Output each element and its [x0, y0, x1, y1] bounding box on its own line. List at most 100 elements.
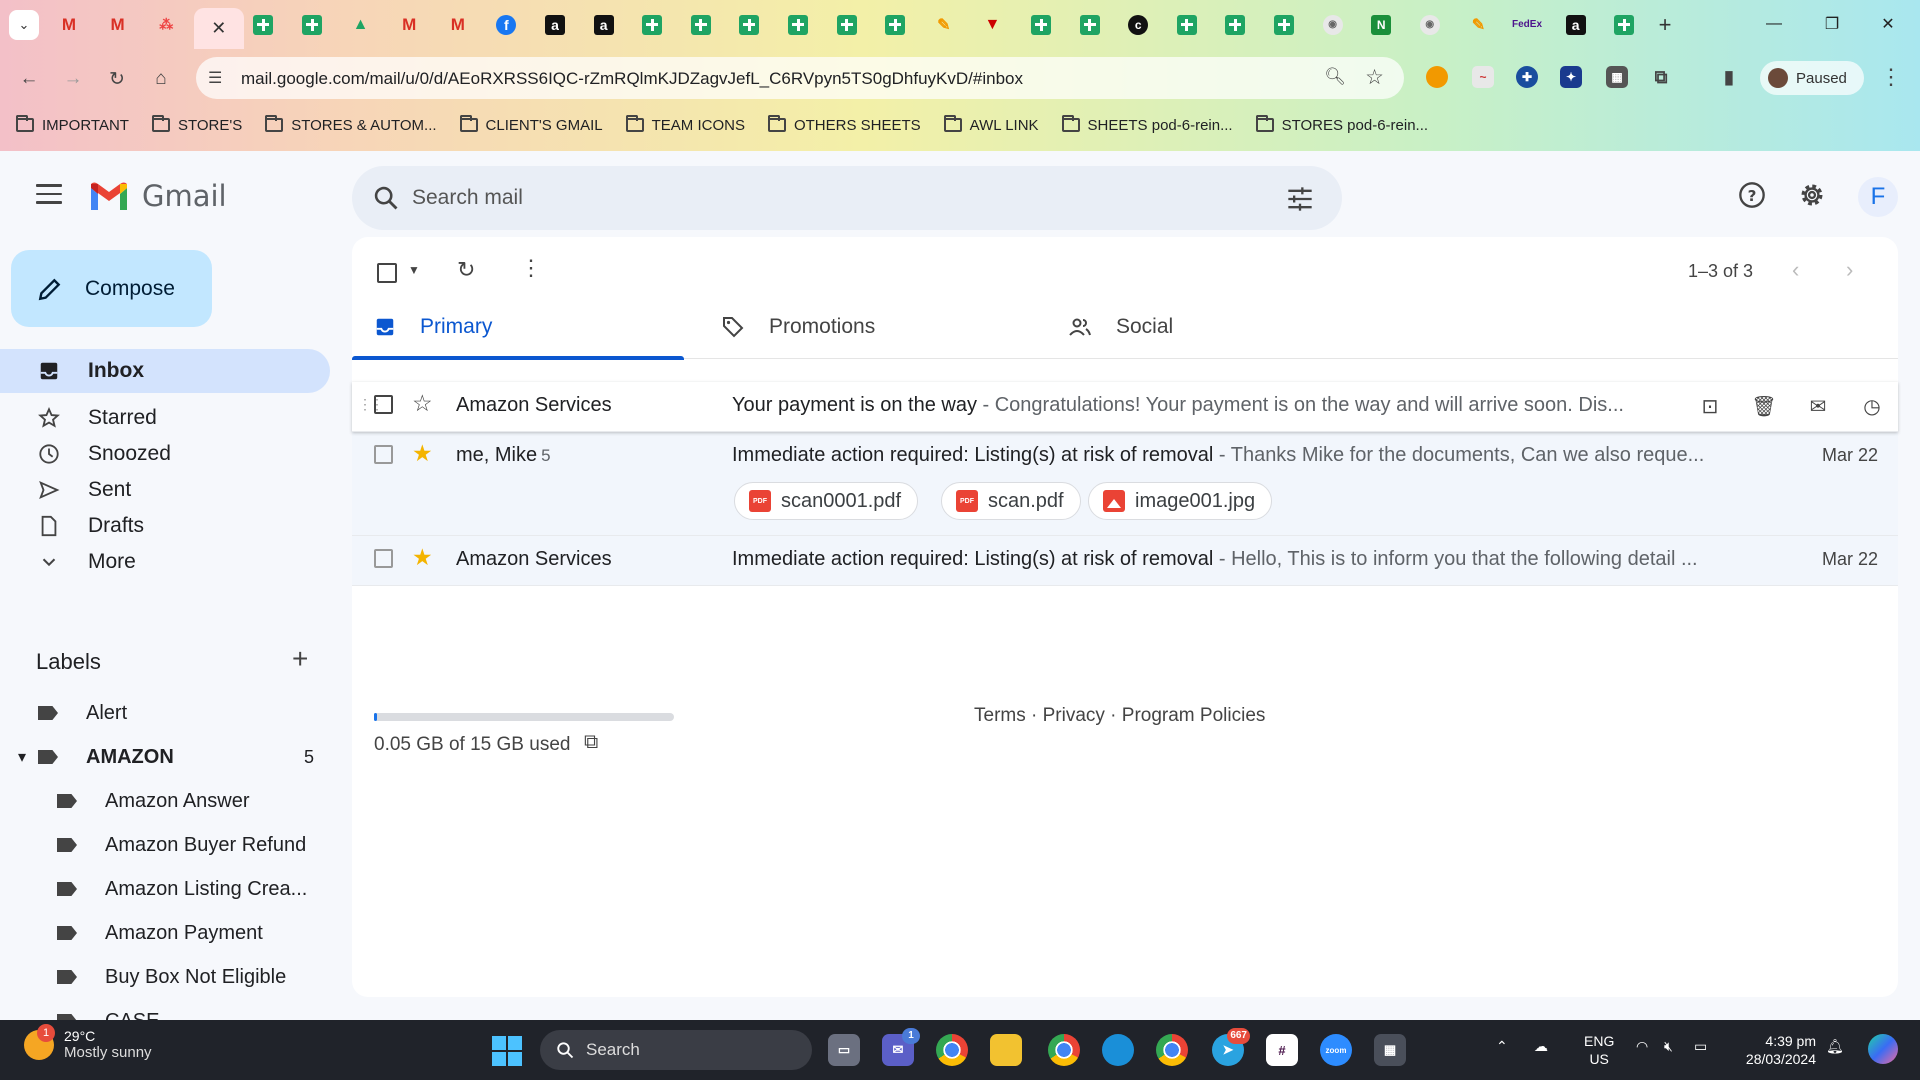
- account-avatar[interactable]: F: [1858, 177, 1898, 217]
- search-options-icon[interactable]: [1286, 186, 1314, 212]
- browser-tab-13[interactable]: [682, 8, 720, 41]
- onedrive-icon[interactable]: ☁: [1534, 1038, 1548, 1055]
- newer-page-icon[interactable]: ‹: [1792, 257, 1799, 283]
- forward-button[interactable]: →: [58, 64, 88, 94]
- bookmark-folder[interactable]: STORES & AUTOM...: [265, 115, 437, 134]
- tray-chevron-icon[interactable]: ⌃: [1496, 1038, 1508, 1055]
- browser-tab-21[interactable]: [1071, 8, 1109, 41]
- search-input[interactable]: [412, 178, 1212, 218]
- browser-tab-4[interactable]: [244, 8, 282, 41]
- email-row[interactable]: ★ Amazon Services Immediate action require…: [352, 536, 1898, 586]
- browser-tab-17[interactable]: [876, 8, 914, 41]
- browser-tab-22[interactable]: c: [1119, 8, 1157, 41]
- label-item[interactable]: CASE: [0, 1001, 330, 1020]
- close-window-button[interactable]: ✕: [1866, 8, 1910, 40]
- browser-tab-29[interactable]: ✎: [1459, 8, 1497, 41]
- gmail-logo[interactable]: Gmail: [88, 179, 227, 213]
- tab-search-button[interactable]: ⌄: [9, 10, 39, 40]
- email-row[interactable]: ⋮⋮ ☆ Amazon Services Your payment is on the…: [352, 382, 1898, 432]
- weather-widget[interactable]: 1 29°C Mostly sunny: [24, 1023, 152, 1061]
- tab-close-icon[interactable]: ✕: [211, 18, 226, 39]
- restore-button[interactable]: ❐: [1810, 8, 1854, 40]
- attachment-chip[interactable]: PDF scan.pdf: [941, 482, 1081, 520]
- help-icon[interactable]: ?: [1738, 181, 1766, 209]
- starred-icon[interactable]: ★: [412, 440, 433, 467]
- extension-icon-2[interactable]: ~: [1472, 66, 1494, 88]
- browser-tab-18[interactable]: ✎: [925, 8, 963, 41]
- label-item[interactable]: Buy Box Not Eligible: [0, 957, 330, 997]
- extension-icon-3[interactable]: ✚: [1516, 66, 1538, 88]
- search-icon[interactable]: [372, 184, 400, 212]
- label-item[interactable]: Alert: [0, 693, 330, 733]
- select-all-checkbox[interactable]: [377, 263, 397, 283]
- label-item[interactable]: ▾ AMAZON 5: [0, 737, 330, 777]
- volume-muted-icon[interactable]: 🔇︎: [1664, 1038, 1673, 1055]
- zoom-app-icon[interactable]: zoom: [1320, 1034, 1352, 1066]
- delete-icon[interactable]: 🗑︎: [1748, 390, 1780, 422]
- bookmark-folder[interactable]: STORES pod-6-rein...: [1255, 115, 1428, 134]
- browser-tab-9[interactable]: f: [487, 8, 525, 41]
- teams-icon[interactable]: ✉ 1: [882, 1028, 920, 1066]
- browser-tab-14[interactable]: [730, 8, 768, 41]
- label-item[interactable]: Amazon Buyer Refund: [0, 825, 330, 865]
- browser-tab-6[interactable]: ▲: [342, 8, 380, 41]
- browser-tab-24[interactable]: [1216, 8, 1254, 41]
- browser-tab-11[interactable]: a: [585, 8, 623, 41]
- create-label-icon[interactable]: +: [292, 643, 308, 675]
- home-button[interactable]: ⌂: [146, 64, 176, 94]
- site-info-icon[interactable]: ☰: [208, 68, 222, 88]
- browser-tab-5[interactable]: [293, 8, 331, 41]
- sidebar-item-snoozed[interactable]: Snoozed: [0, 436, 330, 472]
- attachment-chip[interactable]: PDF scan0001.pdf: [734, 482, 919, 520]
- back-button[interactable]: ←: [14, 64, 44, 94]
- search-bar[interactable]: [352, 166, 1342, 230]
- bookmark-folder[interactable]: SHEETS pod-6-rein...: [1061, 115, 1233, 134]
- browser-tab-1[interactable]: M: [99, 8, 137, 41]
- sidebar-item-starred[interactable]: Starred: [0, 400, 330, 436]
- compose-button[interactable]: Compose: [11, 250, 212, 327]
- browser-tab-8[interactable]: M: [439, 8, 477, 41]
- address-bar[interactable]: ☰ mail.google.com/mail/u/0/d/AEoRXRSS6IQ…: [196, 57, 1404, 99]
- notification-bell-icon[interactable]: 🔔︎: [1826, 1038, 1844, 1055]
- language-indicator[interactable]: ENG US: [1584, 1032, 1614, 1068]
- star-icon[interactable]: ☆: [412, 390, 433, 417]
- sidebar-item-drafts[interactable]: Drafts: [0, 508, 330, 544]
- bookmark-folder[interactable]: STORE'S: [151, 115, 242, 134]
- sidebar-item-sent[interactable]: Sent: [0, 472, 330, 508]
- label-item[interactable]: Amazon Payment: [0, 913, 330, 953]
- browser-tab-2[interactable]: ⁂: [147, 8, 185, 41]
- browser-tab-31[interactable]: a: [1557, 8, 1595, 41]
- browser-tab-32[interactable]: [1605, 8, 1643, 41]
- starred-icon[interactable]: ★: [412, 544, 433, 571]
- tab-primary[interactable]: Primary: [352, 295, 684, 360]
- sidebar-item-inbox[interactable]: Inbox: [0, 349, 330, 393]
- extension-icon-1[interactable]: [1426, 66, 1448, 88]
- expand-caret-icon[interactable]: ▾: [18, 747, 26, 767]
- browser-menu-icon[interactable]: ⋮: [1880, 64, 1902, 90]
- settings-gear-icon[interactable]: [1798, 181, 1826, 209]
- browser-tab-30[interactable]: FedEx: [1508, 8, 1546, 41]
- refresh-icon[interactable]: ↻: [457, 257, 475, 283]
- archive-icon[interactable]: ⊡: [1694, 390, 1726, 422]
- new-tab-button[interactable]: +: [1650, 10, 1680, 40]
- browser-tab-28[interactable]: ◉: [1411, 8, 1449, 41]
- chrome-profile-icon[interactable]: [1048, 1034, 1080, 1066]
- attachment-chip[interactable]: image001.jpg: [1088, 482, 1273, 520]
- bookmark-folder[interactable]: IMPORTANT: [16, 115, 129, 134]
- browser-tab-27[interactable]: N: [1362, 8, 1400, 41]
- chrome-icon[interactable]: [936, 1034, 968, 1066]
- reload-button[interactable]: ↻: [102, 64, 132, 94]
- more-options-icon[interactable]: ⋮: [520, 255, 542, 281]
- file-explorer-icon[interactable]: [990, 1034, 1022, 1066]
- tab-promotions[interactable]: Promotions: [699, 295, 1031, 359]
- profile-button[interactable]: Paused: [1760, 61, 1864, 95]
- browser-tab-20[interactable]: [1022, 8, 1060, 41]
- browser-tab-15[interactable]: [779, 8, 817, 41]
- zoom-icon[interactable]: 🔍︎: [1324, 67, 1346, 87]
- browser-tab-23[interactable]: [1168, 8, 1206, 41]
- browser-tab-3[interactable]: ✕: [193, 8, 244, 49]
- manage-storage-icon[interactable]: ⧉: [584, 731, 598, 754]
- windows-start-icon[interactable]: [492, 1036, 522, 1066]
- slack-icon[interactable]: #: [1266, 1034, 1298, 1066]
- bookmark-folder[interactable]: TEAM ICONS: [625, 115, 745, 134]
